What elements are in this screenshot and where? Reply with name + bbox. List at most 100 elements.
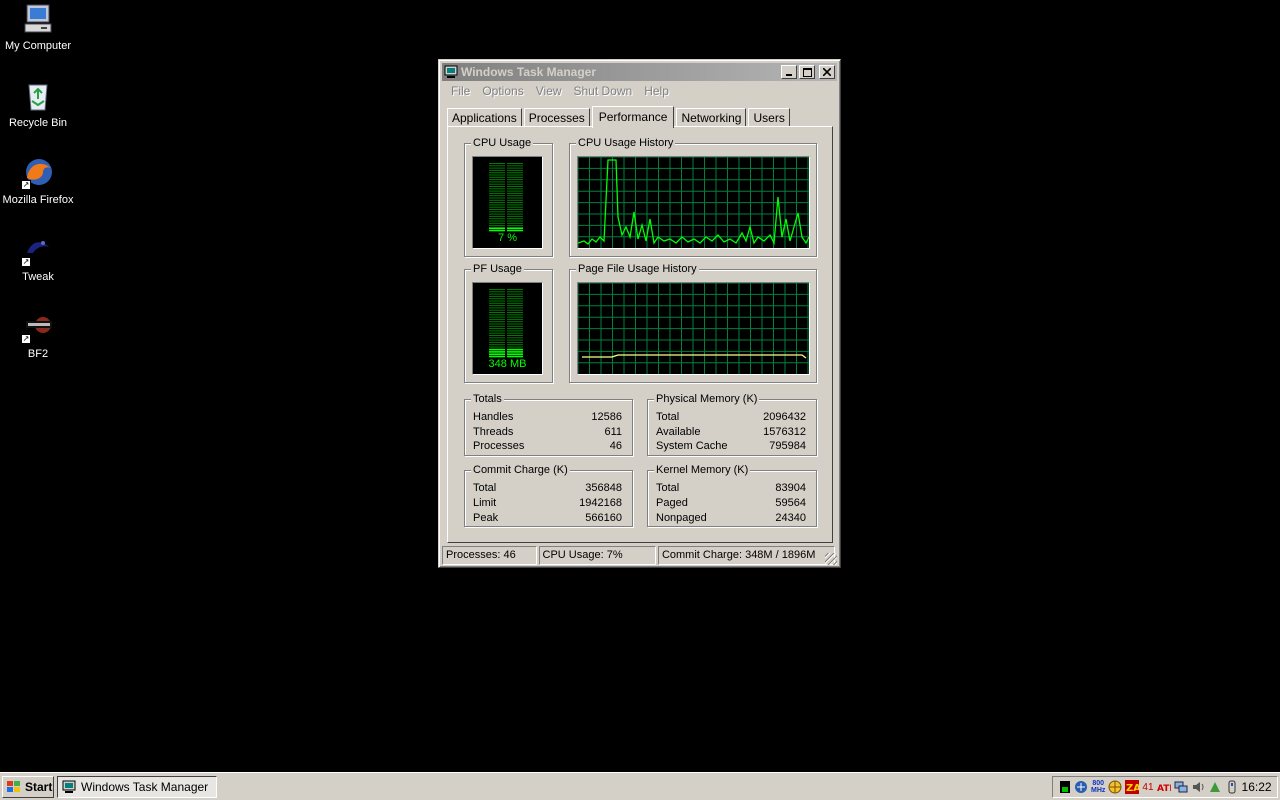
meter-segment — [507, 291, 523, 293]
cpu-meter-tray-icon[interactable] — [1059, 780, 1071, 794]
menu-view[interactable]: View — [530, 84, 568, 98]
meter-segment — [507, 348, 523, 351]
title-bar[interactable]: Windows Task Manager — [442, 63, 837, 81]
desktop-icon-firefox[interactable]: ↗ Mozilla Firefox — [0, 156, 76, 206]
clock[interactable]: 16:22 — [1242, 780, 1272, 794]
update-tray-icon[interactable] — [1208, 780, 1222, 794]
meter-segment — [489, 314, 505, 316]
cpu-usage-title: CPU Usage — [471, 136, 534, 150]
minimize-button[interactable] — [781, 65, 797, 79]
menu-options[interactable]: Options — [476, 84, 529, 98]
stat-row-limit: Limit 1942168 — [473, 496, 622, 510]
meter-segment — [489, 213, 505, 215]
zonealarm-tray-icon[interactable]: ZA — [1125, 780, 1140, 794]
meter-segment — [489, 169, 505, 171]
stat-label: Total — [656, 482, 680, 494]
stat-label: Total — [656, 411, 680, 423]
tab-applications[interactable]: Applications — [447, 108, 522, 127]
stat-label: Limit — [473, 497, 497, 509]
meter-segment — [489, 344, 505, 346]
desktop-icon-bf2[interactable]: ↗ BF2 — [0, 310, 76, 360]
desktop-icon-recycle-bin[interactable]: Recycle Bin — [0, 79, 76, 129]
meter-segment — [489, 289, 505, 290]
stat-label: Handles — [473, 411, 514, 423]
tweak-icon: ↗ — [21, 233, 55, 267]
meter-segment — [507, 227, 523, 229]
stat-row-total: Total 2096432 — [656, 410, 806, 424]
tab-performance[interactable]: Performance — [591, 106, 675, 128]
graph-grid — [577, 282, 809, 374]
meter-segment — [489, 163, 505, 164]
totals-title: Totals — [471, 392, 504, 406]
meter-segment — [507, 176, 523, 178]
hardware-tray-icon[interactable] — [1225, 780, 1239, 794]
meter-segment — [507, 295, 523, 297]
meter-segment — [507, 312, 523, 313]
svg-text:ATI: ATI — [1157, 784, 1171, 794]
stat-value: 24340 — [775, 512, 806, 524]
maximize-button[interactable] — [799, 65, 815, 79]
meter-segment — [507, 316, 523, 318]
meter-segment — [507, 335, 523, 336]
meter-segment — [489, 181, 505, 183]
desktop-icon-tweak[interactable]: ↗ Tweak — [0, 233, 76, 283]
meter-segment — [489, 222, 505, 224]
meter-segment — [489, 305, 505, 307]
meter-segment — [507, 186, 523, 187]
desktop-icon-my-computer[interactable]: My Computer — [0, 2, 76, 52]
resize-grip[interactable] — [825, 553, 837, 565]
cpu-speed-tray-icon[interactable]: 800 MHz — [1091, 780, 1105, 794]
network-tray-icon[interactable] — [1074, 780, 1088, 794]
meter-segment — [507, 169, 523, 171]
stat-row-nonpaged: Nonpaged 24340 — [656, 511, 806, 525]
status-commit-charge: Commit Charge: 348M / 1896M — [657, 546, 836, 565]
stat-value: 566160 — [585, 512, 622, 524]
menu-file[interactable]: File — [445, 84, 476, 98]
pf-history-group: Page File Usage History — [569, 262, 817, 383]
cpu-history-plot — [577, 156, 810, 248]
task-manager-icon — [444, 65, 458, 79]
meter-segment — [489, 332, 505, 334]
svg-text:ZA: ZA — [1126, 783, 1139, 794]
maximize-icon — [802, 67, 812, 77]
tab-processes[interactable]: Processes — [523, 108, 590, 127]
meter-segment — [507, 307, 523, 309]
stat-row-threads: Threads 611 — [473, 425, 622, 439]
meter-segment — [489, 172, 505, 174]
stat-value: 59564 — [775, 497, 806, 509]
meter-segment — [489, 165, 505, 167]
start-button[interactable]: Start — [2, 776, 54, 798]
stat-label: Nonpaged — [656, 512, 707, 524]
stat-row-handles: Handles 12586 — [473, 410, 622, 424]
meter-segment — [489, 316, 505, 318]
stat-row-peak: Peak 566160 — [473, 511, 622, 525]
network-connection-tray-icon[interactable] — [1174, 780, 1188, 794]
pf-history-title: Page File Usage History — [576, 262, 699, 276]
meter-segment — [507, 289, 523, 290]
meter-segment — [489, 176, 505, 178]
meter-segment — [489, 186, 505, 187]
meter-segment — [489, 339, 505, 341]
taskbar-item-task-manager[interactable]: Windows Task Manager — [57, 776, 217, 798]
desktop-icon-label: My Computer — [4, 40, 72, 52]
desktop-icon-label: BF2 — [27, 348, 49, 360]
tab-users[interactable]: Users — [748, 108, 790, 127]
meter-segment — [489, 302, 505, 304]
cpu-usage-value: 7 % — [498, 232, 517, 244]
tab-networking[interactable]: Networking — [676, 108, 747, 127]
volume-tray-icon[interactable] — [1191, 780, 1205, 794]
meter-segment — [489, 323, 505, 325]
ati-tray-icon[interactable]: ATI — [1157, 780, 1171, 794]
temperature-tray-icon[interactable]: 41 — [1142, 780, 1153, 794]
meter-segment — [489, 291, 505, 293]
close-button[interactable] — [819, 65, 835, 79]
meter-segment — [489, 298, 505, 300]
menu-help[interactable]: Help — [638, 84, 675, 98]
stat-value: 46 — [609, 440, 622, 452]
menu-shut-down[interactable]: Shut Down — [568, 84, 639, 98]
cpu-history-title: CPU Usage History — [576, 136, 676, 150]
globe-tray-icon[interactable] — [1108, 780, 1122, 794]
stat-value: 12586 — [591, 411, 622, 423]
pf-usage-meter: 348 MB — [472, 282, 543, 375]
shortcut-arrow-icon: ↗ — [21, 334, 31, 344]
